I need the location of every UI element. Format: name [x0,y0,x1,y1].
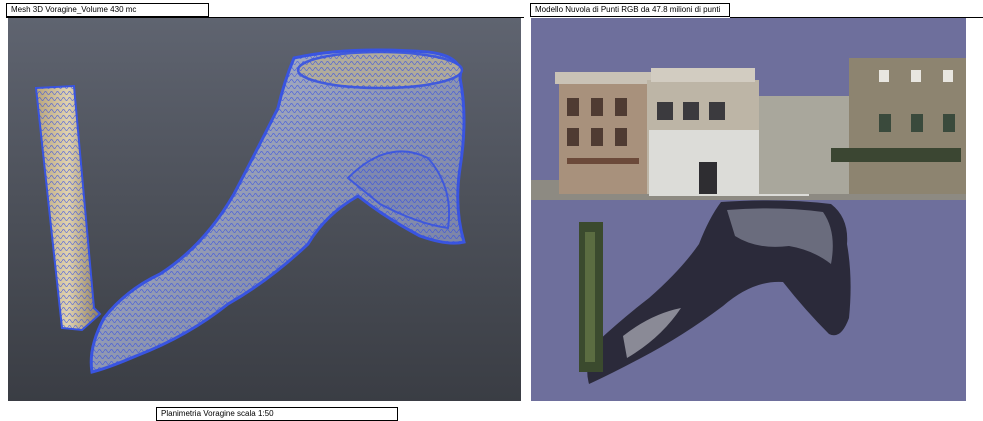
point-cloud-viewport[interactable] [531,18,966,401]
mesh-3d-viewport[interactable] [8,18,521,401]
point-cloud-cavity [579,200,851,384]
mesh-shaft [34,84,102,332]
mesh-panel-caption: Mesh 3D Voragine_Volume 430 mc [6,3,209,17]
plan-caption: Planimetria Voragine scala 1:50 [156,407,398,421]
point-cloud-render [531,58,966,384]
point-cloud-buildings [531,58,966,200]
mesh-3d-render [34,48,466,374]
mesh-cavity-body [89,48,466,374]
point-cloud-panel-caption: Modello Nuvola di Punti RGB da 47.8 mili… [530,3,730,17]
